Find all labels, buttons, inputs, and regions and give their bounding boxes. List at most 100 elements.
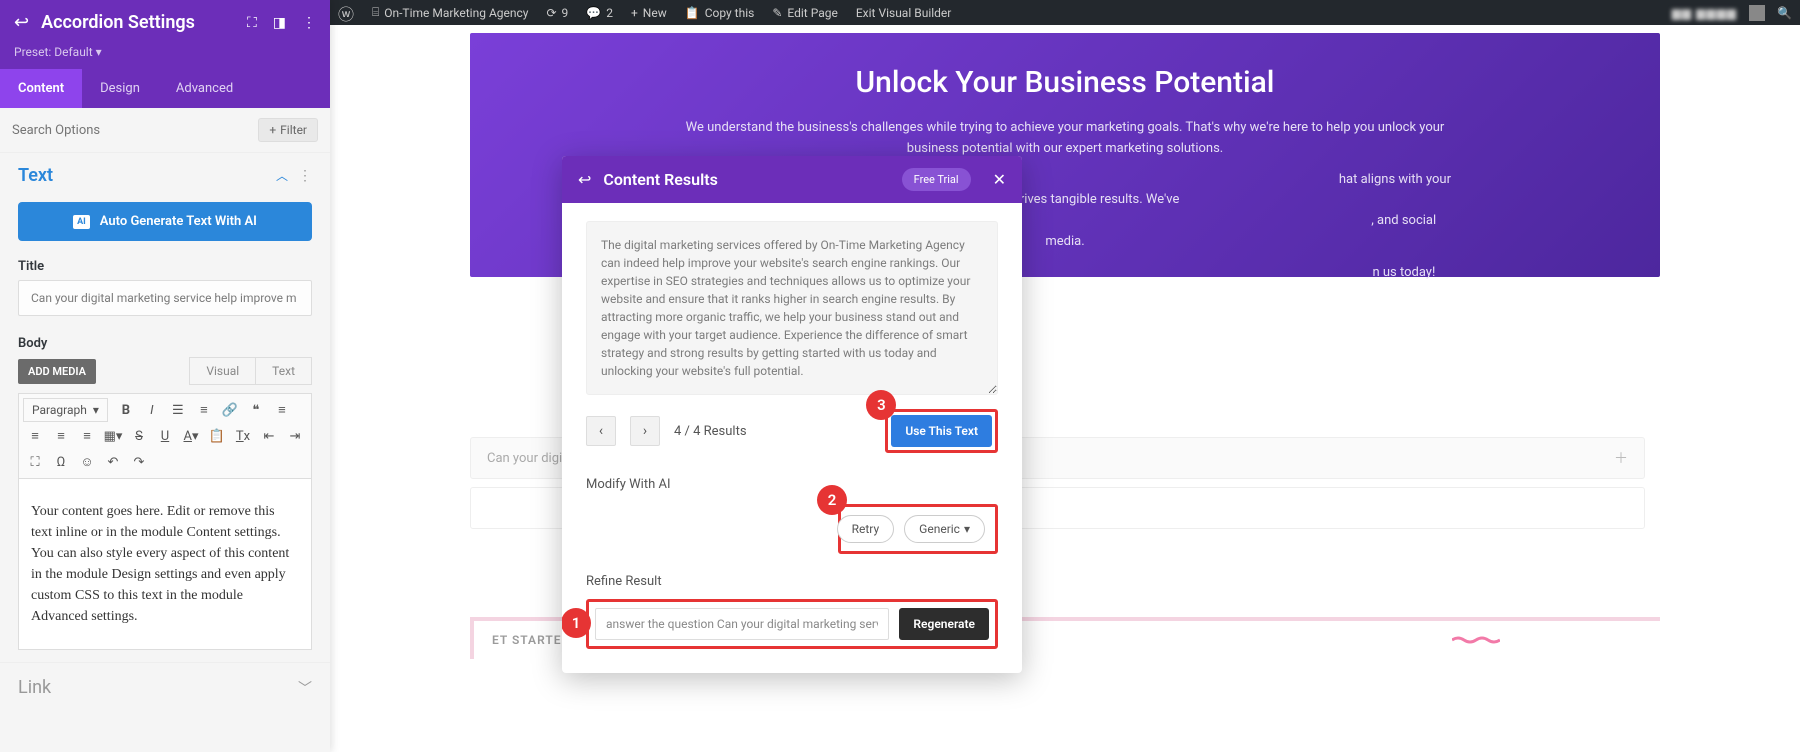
plus-icon: +	[269, 123, 276, 137]
wp-user-name[interactable]: ▆▆ ▆▆▆▆	[1672, 6, 1737, 20]
modal-header: ↩ Content Results Free Trial ✕	[562, 156, 1022, 203]
back-arrow-icon[interactable]: ↩	[578, 170, 591, 189]
wp-exit-builder[interactable]: Exit Visual Builder	[856, 6, 952, 20]
ai-badge-icon: AI	[73, 215, 90, 229]
textcolor-icon[interactable]: A▾	[179, 424, 203, 448]
chevron-down-icon: ▾	[964, 522, 970, 536]
indent-left-icon[interactable]: ⇤	[257, 424, 281, 448]
refine-label: Refine Result	[586, 574, 998, 589]
title-input[interactable]	[18, 280, 312, 316]
search-input[interactable]	[12, 123, 248, 138]
title-label: Title	[0, 251, 330, 280]
filter-button[interactable]: +Filter	[258, 118, 318, 142]
fullscreen-icon[interactable]: ⛶	[23, 450, 47, 474]
tab-design[interactable]: Design	[82, 69, 158, 108]
wp-copy[interactable]: 📋Copy this	[685, 6, 755, 20]
link-section-header[interactable]: Link ﹀	[0, 662, 330, 712]
callout-badge-1: 1	[562, 608, 591, 638]
section-title: Text	[18, 165, 276, 186]
pencil-icon: ✎	[772, 6, 782, 20]
generic-dropdown[interactable]: Generic▾	[904, 515, 985, 543]
auto-generate-ai-button[interactable]: AI Auto Generate Text With AI	[18, 202, 312, 241]
wp-edit-page[interactable]: ✎Edit Page	[772, 6, 838, 20]
hero-title: Unlock Your Business Potential	[530, 65, 1600, 100]
use-this-text-button[interactable]: Use This Text	[891, 415, 992, 447]
indent-right-icon[interactable]: ⇥	[283, 424, 307, 448]
body-label: Body	[0, 328, 330, 357]
chevron-up-icon[interactable]: ︿	[276, 167, 288, 184]
paste-icon[interactable]: 📋	[205, 424, 229, 448]
wp-logo-icon[interactable]: ⓦ	[338, 1, 354, 25]
wp-admin-bar: ⓦ ⌸On-Time Marketing Agency ⟳9 💬2 +New 📋…	[330, 0, 1800, 25]
wave-decoration	[1452, 629, 1500, 637]
preset-row[interactable]: Preset: Default ▾	[0, 45, 330, 69]
strike-icon[interactable]: S	[127, 424, 151, 448]
avatar[interactable]	[1749, 5, 1765, 21]
editor-tab-text[interactable]: Text	[255, 357, 312, 385]
ul-icon[interactable]: ☰	[166, 398, 190, 422]
wp-updates[interactable]: ⟳9	[546, 6, 568, 20]
regenerate-button[interactable]: Regenerate	[899, 608, 989, 640]
plus-icon: +	[631, 6, 638, 20]
page-canvas: Unlock Your Business Potential We unders…	[330, 25, 1800, 752]
specialchar-icon[interactable]: Ω	[49, 450, 73, 474]
comment-icon: 💬	[586, 6, 601, 20]
italic-icon[interactable]: I	[140, 398, 164, 422]
section-more-icon[interactable]: ⋮	[298, 168, 312, 184]
refresh-icon: ⟳	[546, 6, 556, 20]
modify-ai-label: Modify With AI	[586, 477, 998, 492]
close-icon[interactable]: ✕	[993, 170, 1006, 189]
settings-panel: ↩ Accordion Settings ⛶ ◨ ⋮ Preset: Defau…	[0, 0, 330, 752]
generated-text-box[interactable]: The digital marketing services offered b…	[586, 221, 998, 395]
free-trial-badge[interactable]: Free Trial	[902, 168, 971, 191]
search-icon[interactable]: 🔍	[1777, 6, 1792, 20]
ol-icon[interactable]: ≡	[192, 398, 216, 422]
hero-p1: We understand the business's challenges …	[675, 118, 1455, 160]
chevron-down-icon: ▾	[93, 403, 99, 417]
modal-title: Content Results	[603, 170, 889, 189]
back-arrow-icon[interactable]: ↩	[14, 12, 29, 33]
quote-icon[interactable]: ❝	[244, 398, 268, 422]
panel-header: ↩ Accordion Settings ⛶ ◨ ⋮	[0, 0, 330, 45]
wp-comments[interactable]: 💬2	[586, 6, 613, 20]
link-icon[interactable]: 🔗	[218, 398, 242, 422]
plus-icon: ＋	[1614, 448, 1628, 468]
wp-new[interactable]: +New	[631, 6, 667, 20]
align-right-icon[interactable]: ≡	[49, 424, 73, 448]
retry-button[interactable]: Retry	[837, 515, 895, 543]
link-title: Link	[18, 677, 298, 698]
refine-highlight: 1 Regenerate	[586, 599, 998, 649]
editor-tab-visual[interactable]: Visual	[189, 357, 255, 385]
editor-body[interactable]: Your content goes here. Edit or remove t…	[18, 479, 312, 650]
modify-ai-highlight: 2 Retry Generic▾	[838, 504, 998, 554]
copy-icon: 📋	[685, 6, 700, 20]
refine-input[interactable]	[595, 608, 889, 640]
text-section-header[interactable]: Text ︿ ⋮	[0, 153, 330, 192]
dock-icon[interactable]: ◨	[273, 15, 286, 31]
content-results-modal: ↩ Content Results Free Trial ✕ The digit…	[562, 156, 1022, 673]
tab-advanced[interactable]: Advanced	[158, 69, 251, 108]
more-icon[interactable]: ⋮	[302, 15, 316, 31]
align-center-icon[interactable]: ≡	[23, 424, 47, 448]
clear-icon[interactable]: Tx	[231, 424, 255, 448]
redo-icon[interactable]: ↷	[127, 450, 151, 474]
add-media-button[interactable]: ADD MEDIA	[18, 359, 96, 384]
use-text-highlight: 3 Use This Text	[885, 409, 998, 453]
wp-site-link[interactable]: ⌸On-Time Marketing Agency	[372, 5, 528, 20]
search-row: +Filter	[0, 108, 330, 153]
table-icon[interactable]: ▦▾	[101, 424, 125, 448]
prev-result-button[interactable]: ‹	[586, 416, 616, 446]
next-result-button[interactable]: ›	[630, 416, 660, 446]
chevron-down-icon: ﹀	[298, 678, 312, 698]
paragraph-select[interactable]: Paragraph▾	[23, 398, 108, 422]
align-justify-icon[interactable]: ≡	[75, 424, 99, 448]
underline-icon[interactable]: U	[153, 424, 177, 448]
dashboard-icon: ⌸	[372, 5, 379, 20]
undo-icon[interactable]: ↶	[101, 450, 125, 474]
bold-icon[interactable]: B	[114, 398, 138, 422]
align-left-icon[interactable]: ≡	[270, 398, 294, 422]
expand-icon[interactable]: ⛶	[247, 15, 257, 31]
tab-content[interactable]: Content	[0, 69, 82, 108]
emoji-icon[interactable]: ☺	[75, 450, 99, 474]
results-nav: ‹ › 4 / 4 Results 3 Use This Text	[586, 409, 998, 453]
